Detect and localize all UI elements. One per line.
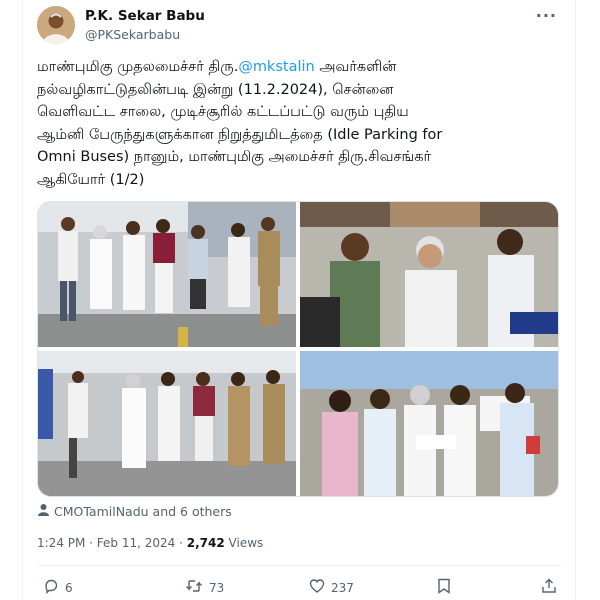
photo-4[interactable]	[300, 351, 558, 496]
share-button[interactable]	[541, 578, 557, 597]
media-grid	[37, 201, 559, 497]
repost-button[interactable]: 73	[185, 578, 224, 597]
like-count: 237	[331, 580, 354, 595]
tweet-text-part: மாண்புமிகு முதலமைச்சர் திரு.	[37, 59, 239, 75]
repost-count: 73	[209, 580, 225, 595]
author-name[interactable]: P.K. Sekar Babu	[85, 8, 205, 24]
tweet-card: P.K. Sekar Babu @PKSekarbabu ··· மாண்பும…	[22, 0, 576, 600]
bookmark-icon	[437, 578, 451, 597]
views-label: Views	[224, 536, 264, 550]
photo-3[interactable]	[38, 351, 296, 496]
photo-2[interactable]	[300, 202, 558, 347]
tagged-users[interactable]: CMOTamilNadu and 6 others	[37, 503, 232, 519]
share-icon	[541, 578, 557, 597]
views-count: 2,742	[186, 536, 225, 550]
timestamp[interactable]: 1:24 PM · Feb 11, 2024 ·	[37, 536, 187, 550]
tagged-label: CMOTamilNadu and 6 others	[54, 503, 232, 519]
person-icon	[37, 503, 50, 519]
reply-icon	[43, 578, 59, 597]
reply-count: 6	[65, 580, 73, 595]
action-bar: 6 73 237	[37, 578, 557, 598]
divider	[37, 565, 561, 566]
tweet-text: மாண்புமிகு முதலமைச்சர் திரு.@mkstalin அவ…	[37, 56, 547, 191]
tweet-text-part: அவர்களின் நல்வழிகாட்டுதலின்படி இன்று (11…	[37, 59, 443, 188]
heart-icon	[309, 578, 325, 597]
more-icon[interactable]: ···	[536, 6, 557, 25]
repost-icon	[185, 578, 203, 597]
bookmark-button[interactable]	[437, 578, 451, 597]
photo-1[interactable]	[38, 202, 296, 347]
mention-link[interactable]: @mkstalin	[238, 59, 314, 75]
avatar[interactable]	[37, 6, 75, 44]
reply-button[interactable]: 6	[43, 578, 73, 597]
tweet-meta: 1:24 PM · Feb 11, 2024 · 2,742 Views	[37, 536, 263, 550]
like-button[interactable]: 237	[309, 578, 354, 597]
author-handle[interactable]: @PKSekarbabu	[85, 27, 180, 42]
